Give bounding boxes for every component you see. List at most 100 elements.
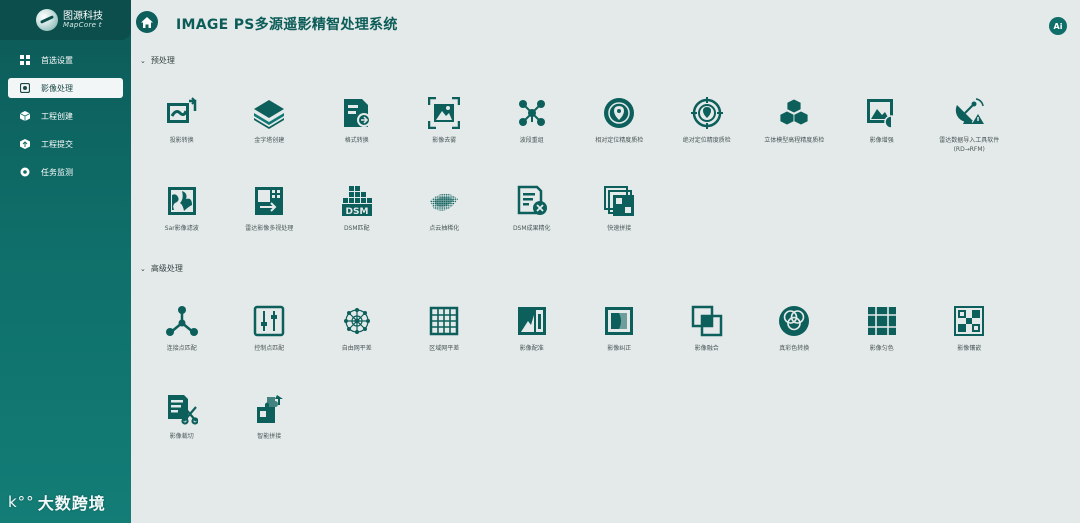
tool-projection-transform[interactable]: 投影转换 [138,97,226,185]
clip-icon [167,395,198,425]
sidebar-item-label: 首选设置 [41,55,73,65]
tool-format-convert[interactable]: 格式转换 [313,97,401,185]
control-point-icon [254,305,285,337]
tool-control-point-match[interactable]: 控制点匹配 [226,305,314,393]
upload-cube-icon [20,139,30,149]
mosaic-icon [954,306,985,336]
tool-label: 影像配准 [519,345,544,352]
watermark-logo: k°° [8,493,35,511]
projection-transform-icon [166,97,197,123]
tool-image-registration[interactable]: 影像配准 [488,305,576,393]
watermark-text: 大数跨境 [37,494,106,513]
sidebar: 图源科技 MapCore t 首选设置 影像处理 工程创建 工程提交 任务监测 … [0,0,131,523]
tool-label: 立体模型高程精度质检 [764,137,825,144]
sidebar-item-task-monitor[interactable]: 任务监测 [8,162,123,182]
home-button[interactable] [136,11,158,33]
sidebar-item-label: 工程提交 [41,139,73,149]
tool-block-adjust[interactable]: 区域网平差 [401,305,489,393]
fusion-icon [691,305,722,337]
sidebar-item-label: 影像处理 [41,83,73,93]
app-title: IMAGE PS多源遥影精智处理系统 [176,17,398,33]
tool-label: 投影转换 [169,137,194,144]
section-preprocessing-header[interactable]: ⌄ 预处理 [140,55,175,66]
registration-icon [517,307,546,335]
tool-label: 影像增强 [869,137,894,144]
tool-label: 金字塔创建 [254,137,285,144]
tool-absolute-accuracy[interactable]: 绝对定位精度质检 [663,97,751,185]
tool-smart-mosaic[interactable]: 智能拼接 [226,393,314,481]
tool-label: DSM匹配 [343,225,370,232]
tool-image-enhance[interactable]: 影像增强 [838,97,926,185]
tool-label: 影像融合 [694,345,719,352]
band-regroup-icon [518,100,545,126]
tool-dsm-refine[interactable]: DSM成果精化 [488,185,576,273]
chevron-down-icon: ⌄ [140,264,146,273]
brand: 图源科技 MapCore t [0,0,131,40]
true-color-icon [779,306,810,336]
tool-pyramid-create[interactable]: 金字塔创建 [226,97,314,185]
tool-fast-mosaic[interactable]: 快速拼接 [576,185,664,273]
section-title: 预处理 [150,56,175,65]
smart-mosaic-icon [257,395,284,423]
tool-color-balance[interactable]: 影像匀色 [838,305,926,393]
pyramid-icon [254,100,285,129]
tool-stereo-elevation[interactable]: 立体模型高程精度质检 [751,97,839,185]
grid-icon [20,55,30,65]
point-cloud-icon [430,193,459,211]
tool-free-network-adjust[interactable]: 自由网平差 [313,305,401,393]
tool-relative-accuracy[interactable]: 相对定位精度质检 [576,97,664,185]
ai-assistant-button[interactable]: Ai [1049,17,1067,35]
sidebar-item-label: 任务监测 [41,167,73,177]
tool-label: 格式转换 [344,137,369,144]
relative-accuracy-icon [604,98,635,128]
color-balance-icon [867,307,896,335]
tool-label: 智能拼接 [257,433,282,440]
tool-label: 影像镶嵌 [957,345,982,352]
tie-point-icon [165,306,198,336]
tool-label: 快速拼接 [607,225,632,232]
tool-label: DSM成果精化 [512,225,551,232]
tool-sar-filter[interactable]: Sar影像滤波 [138,185,226,273]
chevron-down-icon: ⌄ [140,56,146,65]
tool-label: 影像纠正 [607,345,632,352]
format-convert-icon [343,99,371,127]
tool-radar-import[interactable]: 雷达数据导入工具软件 (RD→RFM) [926,97,1014,185]
tool-dsm-match[interactable]: DSM DSM匹配 [313,185,401,273]
tool-label: 真彩色转换 [779,345,810,352]
rectify-icon [605,307,634,335]
sidebar-nav: 首选设置 影像处理 工程创建 工程提交 任务监测 [0,50,131,182]
tool-true-color[interactable]: 真彩色转换 [751,305,839,393]
sidebar-item-project-create[interactable]: 工程创建 [8,106,123,126]
sidebar-item-image-processing[interactable]: 影像处理 [8,78,123,98]
tool-image-fusion[interactable]: 影像融合 [663,305,751,393]
tool-image-rectify[interactable]: 影像纠正 [576,305,664,393]
tool-label: 影像去雾 [432,137,457,144]
tool-label: 雷达数据导入工具软件 (RD→RFM) [939,137,1000,153]
tool-radar-multilook[interactable]: 雷达影像多视处理 [226,185,314,273]
globe-logo-icon [36,9,58,31]
home-icon [141,16,153,28]
tool-tie-point-match[interactable]: 连接点匹配 [138,305,226,393]
tool-point-cloud-thin[interactable]: 点云抽稀化 [401,185,489,273]
watermark: k°° 大数跨境 [8,490,106,514]
tool-label: 影像匀色 [869,345,894,352]
tool-label: 雷达影像多视处理 [245,225,294,232]
sidebar-item-project-submit[interactable]: 工程提交 [8,134,123,154]
sidebar-item-preferences[interactable]: 首选设置 [8,50,123,70]
cube-icon [20,111,30,121]
dsm-refine-icon [517,185,547,215]
dehaze-icon [428,97,461,129]
tool-label: 影像裁切 [169,433,194,440]
radar-import-icon [956,98,985,124]
section-advanced-header[interactable]: ⌄ 高级处理 [140,263,183,274]
dsm-icon: DSM [341,186,372,217]
tool-dehaze[interactable]: 影像去雾 [401,97,489,185]
tool-label: 连接点匹配 [166,345,197,352]
tool-band-regroup[interactable]: 波段重组 [488,97,576,185]
free-network-icon [343,308,370,334]
tool-image-clip[interactable]: 影像裁切 [138,393,226,481]
sidebar-item-label: 工程创建 [41,111,73,121]
image-enhance-icon [866,99,898,129]
image-process-icon [20,83,30,93]
tool-image-mosaic[interactable]: 影像镶嵌 [926,305,1014,393]
